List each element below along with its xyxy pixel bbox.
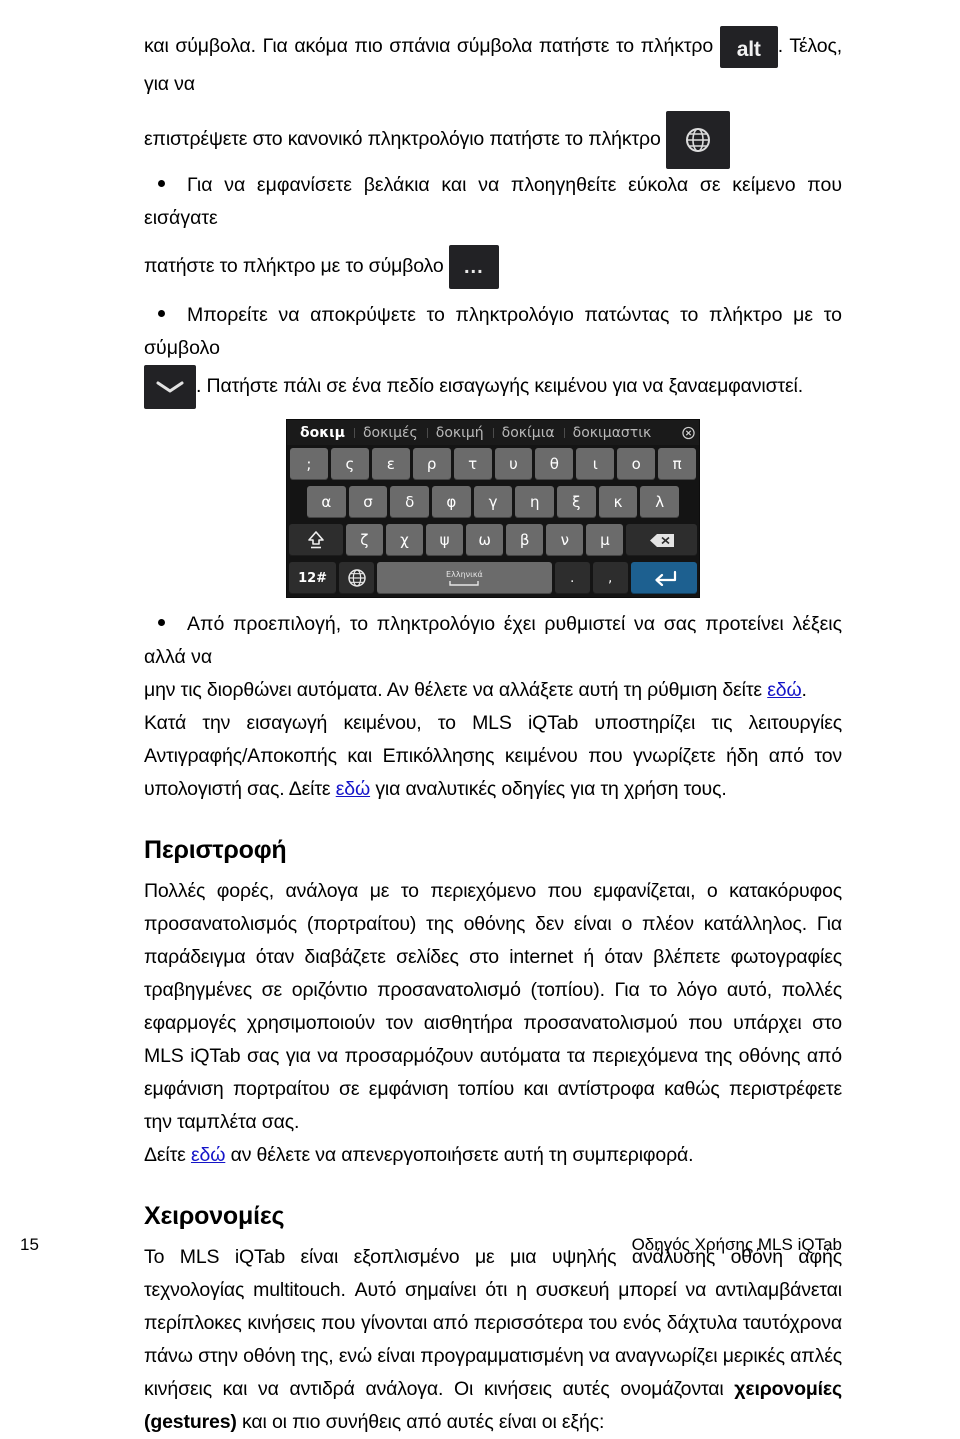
link-here-autocorrect[interactable]: εδώ	[767, 679, 801, 701]
bullet-item-hide-keyboard: Μπορείτε να αποκρύψετε το πληκτρολόγιο π…	[144, 299, 842, 365]
alt-key-label: alt	[736, 38, 761, 61]
keyboard-row-4: 12# Ελληνικά . ,	[287, 559, 699, 597]
keyboard-screenshot: δοκιμ δοκιμές δοκιμή δοκίμια δοκιμαστικ …	[286, 419, 700, 598]
key-nu[interactable]: ν	[546, 524, 584, 556]
footer-document-title: Οδηγός Χρήσης MLS iQTab	[631, 1235, 842, 1254]
dots-key-label: ...	[463, 256, 484, 278]
suggestion-2[interactable]: δοκιμή	[426, 425, 493, 441]
comma-key[interactable]: ,	[592, 562, 628, 594]
key-pi[interactable]: π	[658, 448, 697, 480]
paragraph-rotation-disable-a: Δείτε	[144, 1144, 191, 1166]
space-bar-icon	[449, 581, 480, 586]
key-semicolon[interactable]: ;	[290, 448, 328, 480]
shift-arrow-icon	[308, 531, 324, 549]
key-gamma[interactable]: γ	[473, 486, 513, 518]
key-epsilon[interactable]: ε	[371, 448, 410, 480]
key-sigma[interactable]: σ	[348, 486, 388, 518]
key-tau[interactable]: τ	[453, 448, 492, 480]
bullet-item-hide-keyboard-cont: . Πατήστε πάλι σε ένα πεδίο εισαγωγής κε…	[144, 365, 842, 409]
paragraph-copy-paste-text-b: για αναλυτικές οδηγίες για τη χρήση τους…	[370, 778, 727, 800]
key-zeta[interactable]: ζ	[345, 524, 383, 556]
suggestion-4[interactable]: δοκιμαστικ	[563, 425, 661, 441]
document-page: και σύμβολα. Για ακόμα πιο σπάνια σύμβολ…	[0, 0, 960, 1433]
key-rho[interactable]: ρ	[412, 448, 451, 480]
paragraph-gestures-a: Το MLS iQTab είναι εξοπλισμένο με μια υψ…	[144, 1246, 842, 1400]
globe-icon	[347, 569, 366, 587]
paragraph-copy-paste: Κατά την εισαγωγή κειμένου, το MLS iQTab…	[144, 707, 842, 806]
key-alpha[interactable]: α	[307, 486, 346, 518]
enter-arrow-icon	[655, 570, 676, 586]
suggestion-3[interactable]: δοκίμια	[492, 425, 564, 441]
key-xi[interactable]: ξ	[557, 486, 596, 518]
key-beta[interactable]: β	[506, 524, 544, 556]
globe-icon	[685, 128, 710, 152]
globe-key-image	[665, 111, 730, 169]
dots-key-image: ...	[448, 245, 499, 289]
bullet-item-autocorrect-line2: μην τις διορθώνει αυτόματα. Αν θέλετε να…	[144, 674, 842, 707]
key-phi[interactable]: φ	[432, 486, 471, 518]
bullet-item-arrows-cont: πατήστε το πλήκτρο με το σύμβολο ...	[144, 245, 842, 289]
paragraph-gestures: Το MLS iQTab είναι εξοπλισμένο με μια υψ…	[144, 1241, 842, 1439]
space-key[interactable]: Ελληνικά	[377, 562, 552, 594]
bullet-dot-icon	[158, 619, 165, 627]
paragraph-symbols-intro: και σύμβολα. Για ακόμα πιο σπάνια σύμβολ…	[144, 26, 842, 101]
alt-key-image: alt	[719, 26, 778, 68]
key-kappa[interactable]: κ	[598, 486, 638, 518]
backspace-icon	[649, 533, 674, 547]
backspace-key[interactable]	[626, 524, 697, 556]
close-icon[interactable]	[682, 426, 695, 439]
paragraph-symbols-intro-text-before: και σύμβολα. Για ακόμα πιο σπάνια σύμβολ…	[144, 35, 720, 58]
bullet-item-autocorrect: Από προεπιλογή, το πληκτρολόγιο έχει ρυθ…	[144, 608, 842, 674]
key-psi[interactable]: ψ	[425, 524, 464, 556]
page-footer: 15 Οδηγός Χρήσης MLS iQTab	[0, 1235, 960, 1255]
key-upsilon[interactable]: υ	[494, 448, 533, 480]
shift-key[interactable]	[289, 524, 343, 556]
key-final-sigma[interactable]: ς	[330, 448, 369, 480]
bullet-item-arrows: Για να εμφανίσετε βελάκια και να πλοηγηθ…	[144, 169, 842, 235]
globe-key[interactable]	[339, 562, 375, 594]
suggestion-0[interactable]: δοκιμ	[291, 425, 354, 441]
key-chi[interactable]: χ	[385, 524, 423, 556]
key-omega[interactable]: ω	[466, 524, 504, 556]
keyboard-suggestion-bar: δοκιμ δοκιμές δοκιμή δοκίμια δοκιμαστικ	[287, 420, 699, 445]
paragraph-rotation: Πολλές φορές, ανάλογα με το περιεχόμενο …	[144, 880, 842, 1133]
footer-page-number: 15	[20, 1235, 39, 1254]
chevron-key-image	[144, 365, 196, 409]
section-heading-gestures: Χειρονομίες	[144, 1202, 285, 1230]
space-key-label: Ελληνικά	[446, 570, 483, 579]
paragraph-return-keyboard-text: επιστρέψετε στο κανονικό πληκτρολόγιο πα…	[144, 128, 666, 151]
keyboard-row-3: ζ χ ψ ω β ν μ	[287, 521, 699, 559]
bullet-item-hide-keyboard-cont-text: . Πατήστε πάλι σε ένα πεδίο εισαγωγής κε…	[196, 375, 803, 398]
key-delta[interactable]: δ	[390, 486, 430, 518]
section-heading-rotation: Περιστροφή	[144, 836, 287, 864]
bullet-item-hide-keyboard-text: Μπορείτε να αποκρύψετε το πληκτρολόγιο π…	[144, 304, 842, 359]
key-lambda[interactable]: λ	[640, 486, 680, 518]
keyboard-row-2: α σ δ φ γ η ξ κ λ	[287, 483, 699, 521]
bullet-item-autocorrect-line2-end: .	[801, 679, 807, 701]
key-omicron[interactable]: ο	[617, 448, 656, 480]
link-here-copypaste[interactable]: εδώ	[336, 778, 370, 800]
bullet-dot-icon	[158, 310, 165, 318]
link-here-rotation[interactable]: εδώ	[191, 1144, 225, 1166]
chevron-down-icon	[156, 381, 184, 393]
enter-key[interactable]	[630, 562, 698, 594]
bullet-item-autocorrect-line2-text: μην τις διορθώνει αυτόματα. Αν θέλετε να…	[144, 679, 768, 701]
keyboard-row-1: ; ς ε ρ τ υ θ ι ο π	[287, 445, 699, 483]
key-eta[interactable]: η	[515, 486, 555, 518]
suggestion-1[interactable]: δοκιμές	[353, 425, 427, 441]
paragraph-return-keyboard: επιστρέψετε στο κανονικό πληκτρολόγιο πα…	[144, 111, 842, 169]
bullet-item-arrows-cont-text: πατήστε το πλήκτρο με το σύμβολο	[144, 255, 449, 278]
paragraph-gestures-b: και οι πιο συνήθεις από αυτές είναι οι ε…	[236, 1411, 605, 1433]
key-mu[interactable]: μ	[586, 524, 624, 556]
key-theta[interactable]: θ	[535, 448, 574, 480]
key-iota[interactable]: ι	[576, 448, 615, 480]
numeric-key[interactable]: 12#	[289, 562, 337, 594]
period-key[interactable]: .	[554, 562, 590, 594]
bullet-item-arrows-text: Για να εμφανίσετε βελάκια και να πλοηγηθ…	[144, 174, 842, 229]
bullet-item-autocorrect-line1: Από προεπιλογή, το πληκτρολόγιο έχει ρυθ…	[144, 613, 842, 668]
paragraph-rotation-disable: Δείτε εδώ αν θέλετε να απενεργοποιήσετε …	[144, 1139, 842, 1172]
paragraph-rotation-disable-b: αν θέλετε να απενεργοποιήσετε αυτή τη συ…	[225, 1144, 694, 1166]
bullet-dot-icon	[158, 180, 165, 188]
